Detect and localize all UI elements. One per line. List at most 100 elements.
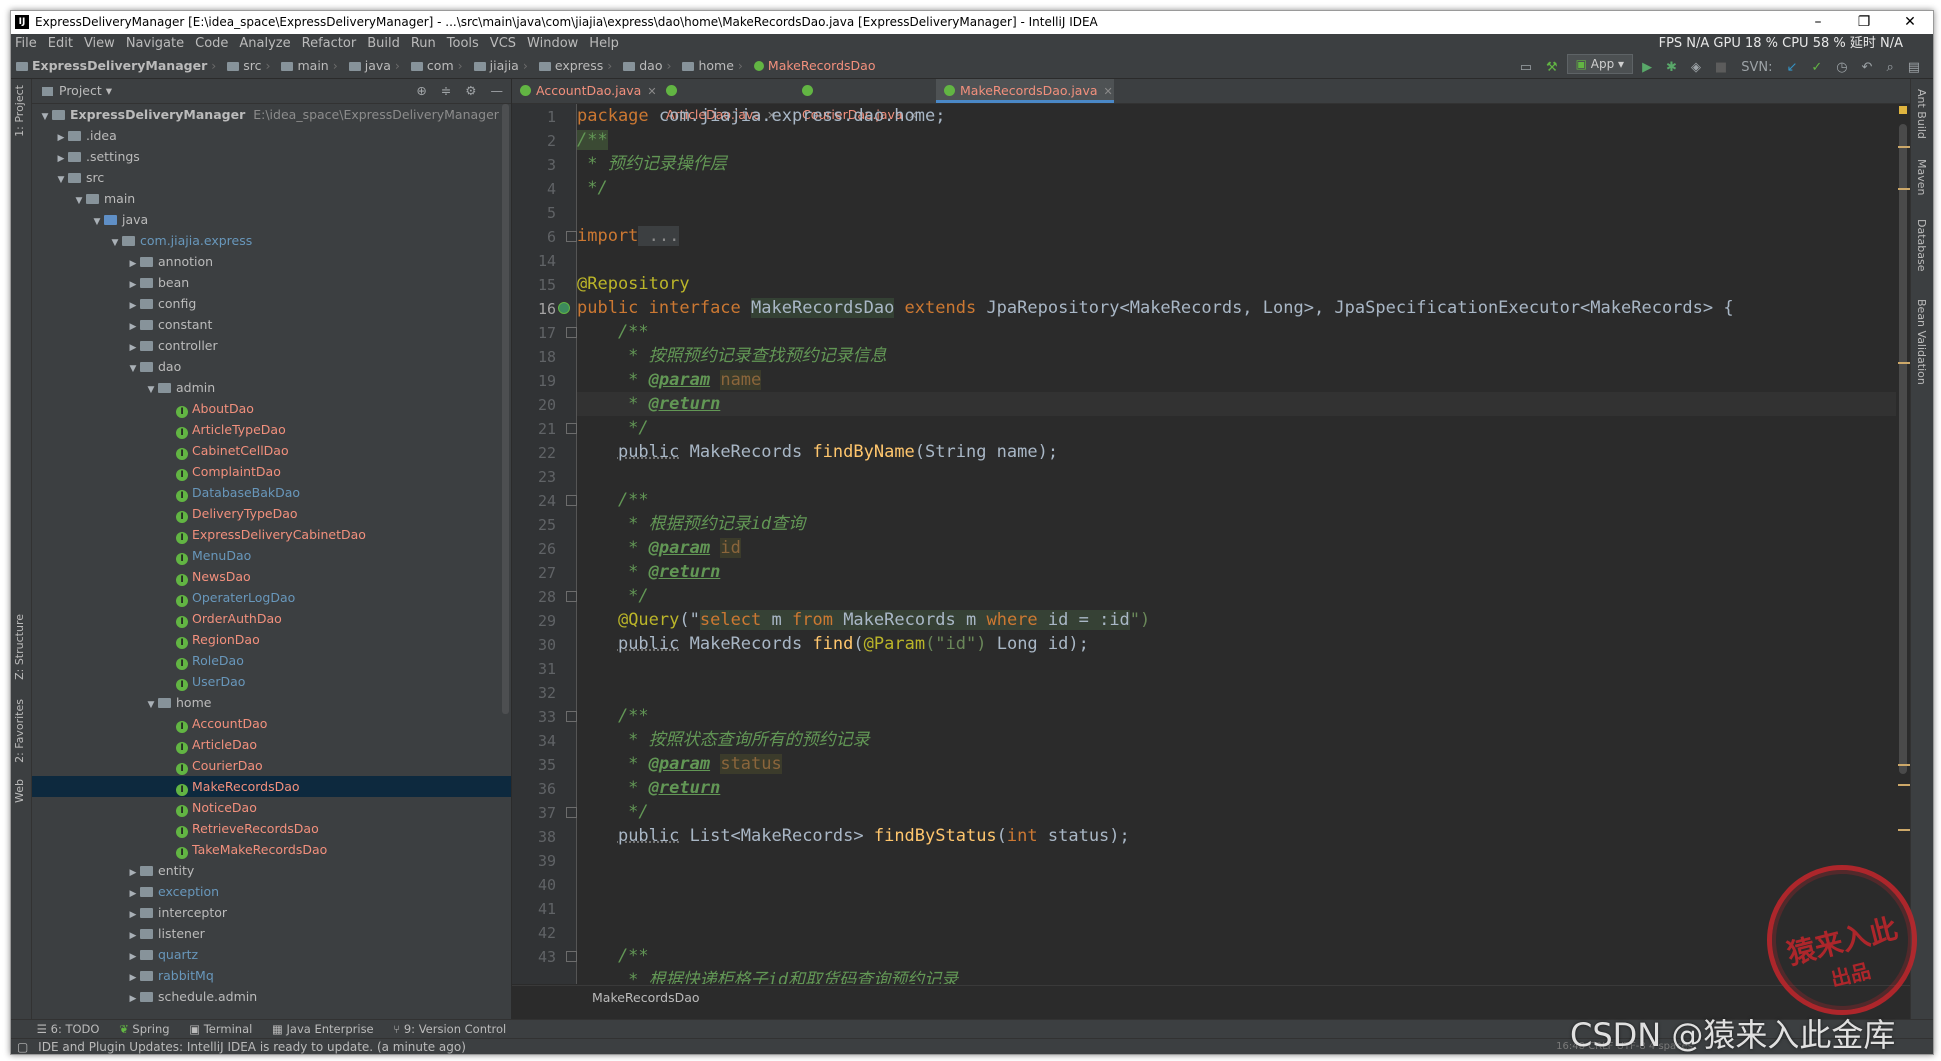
tree-item-file-selected[interactable]: I MakeRecordsDao	[32, 776, 511, 797]
tree-item-interceptor[interactable]: ▶ interceptor	[32, 902, 511, 923]
tree-item-home[interactable]: ▼ home	[32, 692, 511, 713]
tree-item-file[interactable]: I DatabaseBakDao	[32, 482, 511, 503]
project-view-select[interactable]: Project ▾	[42, 79, 112, 103]
minimize-button[interactable]: –	[1795, 11, 1841, 34]
tree-item-file[interactable]: I AccountDao	[32, 713, 511, 734]
stop-icon[interactable]: ■	[1715, 56, 1727, 80]
tree-item-file[interactable]: I MenuDao	[32, 545, 511, 566]
maximize-button[interactable]: ❐	[1841, 11, 1887, 34]
tree-item-file[interactable]: I OperaterLogDao	[32, 587, 511, 608]
tree-item-settings[interactable]: ▶ .settings	[32, 146, 511, 167]
error-stripe-mark[interactable]	[1898, 764, 1910, 766]
breadcrumb-home[interactable]: home ›	[677, 54, 743, 78]
tree-item-file[interactable]: I ArticleDao	[32, 734, 511, 755]
breadcrumb-dao[interactable]: dao ›	[618, 54, 671, 78]
tab-articledao[interactable]: ArticleDao.java ✕	[658, 79, 788, 122]
tree-item-main[interactable]: ▼ main	[32, 188, 511, 209]
editor-breadcrumb[interactable]: MakeRecordsDao	[512, 985, 1910, 1010]
menu-refactor[interactable]: Refactor	[297, 34, 363, 54]
breadcrumb-com[interactable]: com ›	[406, 54, 463, 78]
tool-window-ant-build[interactable]: Ant Build	[1915, 89, 1928, 139]
fold-toggle-icon[interactable]	[566, 951, 577, 962]
tree-item-entity[interactable]: ▶ entity	[32, 860, 511, 881]
tool-window-maven[interactable]: Maven	[1915, 159, 1928, 195]
tree-item-quartz[interactable]: ▶ quartz	[32, 944, 511, 965]
project-structure-icon[interactable]: ▭	[1520, 56, 1532, 80]
tree-item-file[interactable]: I CabinetCellDao	[32, 440, 511, 461]
tree-item-package-root[interactable]: ▼ com.jiajia.express	[32, 230, 511, 251]
tree-item-file[interactable]: I ArticleTypeDao	[32, 419, 511, 440]
build-hammer-icon[interactable]: ⚒	[1546, 56, 1558, 80]
tool-window-web[interactable]: Web	[13, 779, 26, 803]
gear-icon[interactable]: ⚙	[465, 83, 476, 98]
close-tab-icon[interactable]: ✕	[647, 85, 656, 98]
editor-scrollbar[interactable]	[1896, 104, 1910, 984]
breadcrumb-java[interactable]: java ›	[344, 54, 400, 78]
svn-update-icon[interactable]: ↙	[1786, 56, 1797, 80]
menu-tools[interactable]: Tools	[442, 34, 485, 54]
breadcrumb-project[interactable]: ExpressDeliveryManager ›	[11, 54, 216, 78]
locate-icon[interactable]: ⊕	[416, 83, 426, 98]
tree-item-schedule-admin[interactable]: ▶ schedule.admin	[32, 986, 511, 1007]
tab-courierdao[interactable]: CourierDao.java ✕	[794, 79, 932, 122]
tool-spring[interactable]: ❦ Spring	[119, 1020, 169, 1039]
tree-item-file[interactable]: I UserDao	[32, 671, 511, 692]
tree-item-file[interactable]: I NoticeDao	[32, 797, 511, 818]
tree-item-constant[interactable]: ▶ constant	[32, 314, 511, 335]
menu-help[interactable]: Help	[584, 34, 625, 54]
tool-java-enterprise[interactable]: ▦ Java Enterprise	[272, 1020, 374, 1039]
svn-commit-icon[interactable]: ✓	[1811, 56, 1822, 80]
breadcrumb-main[interactable]: main ›	[276, 54, 338, 78]
tool-window-project[interactable]: 1: Project	[13, 85, 26, 137]
menu-navigate[interactable]: Navigate	[121, 34, 190, 54]
menu-analyze[interactable]: Analyze	[234, 34, 296, 54]
menu-code[interactable]: Code	[190, 34, 234, 54]
status-message[interactable]: IDE and Plugin Updates: IntelliJ IDEA is…	[38, 1040, 466, 1054]
error-stripe-mark[interactable]	[1898, 784, 1910, 786]
fold-toggle-icon[interactable]	[566, 327, 577, 338]
run-icon[interactable]: ▶	[1642, 56, 1652, 80]
collapse-all-icon[interactable]: ≑	[441, 83, 451, 98]
menu-edit[interactable]: Edit	[43, 34, 79, 54]
tree-item-rabbitmq[interactable]: ▶ rabbitMq	[32, 965, 511, 986]
tool-version-control[interactable]: ⑂ 9: Version Control	[393, 1020, 506, 1039]
revert-icon[interactable]: ↶	[1862, 56, 1873, 80]
tree-item-admin[interactable]: ▼ admin	[32, 377, 511, 398]
tool-window-favorites[interactable]: 2: Favorites	[13, 699, 26, 763]
tree-item-project-root[interactable]: ▼ ExpressDeliveryManager E:\idea_space\Exp…	[32, 104, 511, 125]
tree-item-annotion[interactable]: ▶ annotion	[32, 251, 511, 272]
fold-toggle-icon[interactable]	[566, 591, 577, 602]
tree-item-exception[interactable]: ▶ exception	[32, 881, 511, 902]
tree-item-dao[interactable]: ▼ dao	[32, 356, 511, 377]
tab-makerecordsdao[interactable]: MakeRecordsDao.java ✕	[936, 79, 1114, 103]
tree-item-listener[interactable]: ▶ listener	[32, 923, 511, 944]
history-icon[interactable]: ◷	[1836, 56, 1847, 80]
tree-item-idea[interactable]: ▶ .idea	[32, 125, 511, 146]
tool-window-structure[interactable]: Z: Structure	[13, 614, 26, 680]
scrollbar-thumb[interactable]	[1899, 124, 1907, 774]
fold-toggle-icon[interactable]	[566, 495, 577, 506]
fold-toggle-icon[interactable]	[566, 423, 577, 434]
menu-build[interactable]: Build	[362, 34, 406, 54]
menu-run[interactable]: Run	[406, 34, 442, 54]
tool-window-bean-validation[interactable]: Bean Validation	[1915, 299, 1928, 385]
tool-terminal[interactable]: ▣ Terminal	[189, 1020, 252, 1039]
tree-item-file[interactable]: I ComplaintDao	[32, 461, 511, 482]
menu-window[interactable]: Window	[522, 34, 584, 54]
tree-item-file[interactable]: I OrderAuthDao	[32, 608, 511, 629]
fold-toggle-icon[interactable]	[566, 807, 577, 818]
tree-item-file[interactable]: I TakeMakeRecordsDao	[32, 839, 511, 860]
tree-item-controller[interactable]: ▶ controller	[32, 335, 511, 356]
implemented-marker-icon[interactable]	[558, 302, 570, 314]
warning-indicator-icon[interactable]	[1899, 106, 1907, 114]
breadcrumb-jiajia[interactable]: jiajia ›	[469, 54, 528, 78]
breadcrumb-express[interactable]: express ›	[534, 54, 612, 78]
tree-item-src[interactable]: ▼ src	[32, 167, 511, 188]
run-configuration-select[interactable]: ▣ App ▾	[1566, 54, 1634, 74]
status-icon[interactable]: ▢	[17, 1040, 28, 1054]
coverage-icon[interactable]: ◈	[1691, 56, 1701, 80]
tool-window-database[interactable]: Database	[1915, 219, 1928, 272]
error-stripe-mark[interactable]	[1898, 362, 1910, 364]
error-stripe-mark[interactable]	[1898, 829, 1910, 831]
tree-item-file[interactable]: I ExpressDeliveryCabinetDao	[32, 524, 511, 545]
